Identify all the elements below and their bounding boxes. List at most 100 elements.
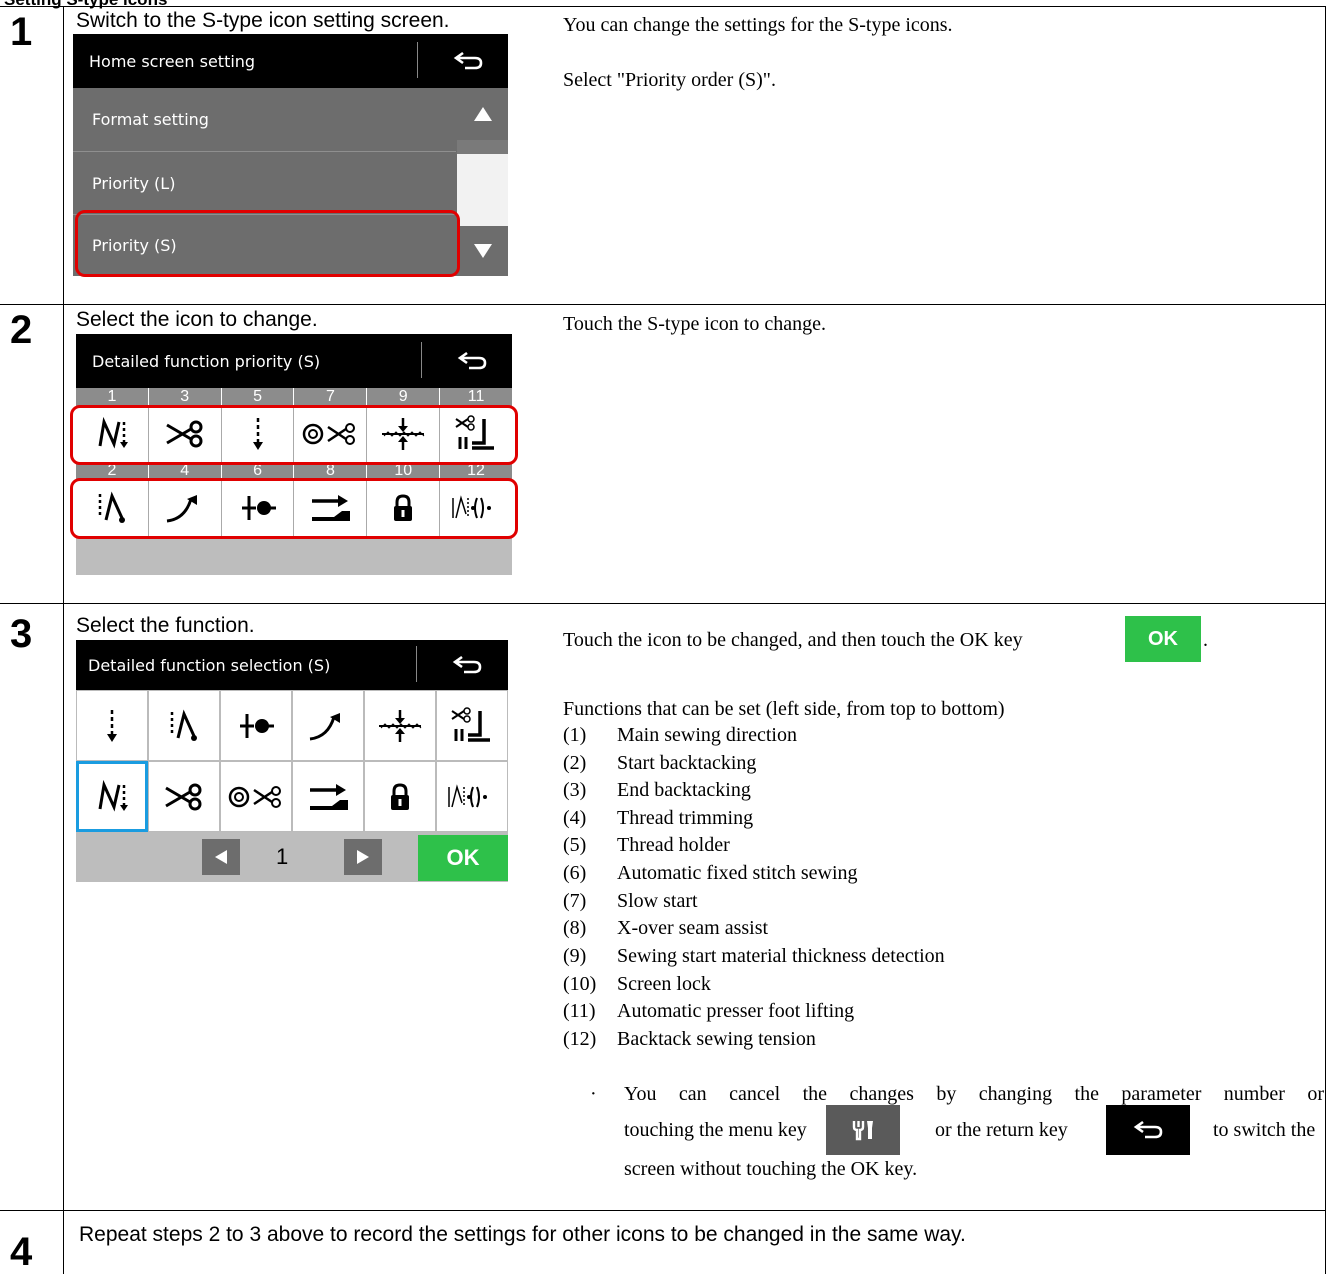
- function-label: Sewing start material thickness detectio…: [617, 945, 945, 967]
- menu-item-label: Priority (L): [92, 173, 176, 193]
- function-label: Automatic presser foot lifting: [617, 1000, 855, 1022]
- note-line-3: screen without touching the OK key.: [624, 1158, 918, 1180]
- function-label: Start backtacking: [617, 752, 757, 774]
- highlight-top-row: [70, 405, 518, 465]
- highlight-bottom-row: [70, 478, 518, 539]
- step-title-1: Switch to the S-type icon setting screen…: [76, 9, 450, 32]
- function-num: (2): [563, 752, 587, 774]
- ok-period: .: [1203, 629, 1208, 651]
- function-label: Screen lock: [617, 973, 711, 995]
- step2-desc-line1: Touch the S-type icon to change.: [563, 313, 826, 335]
- note-line-1: You can cancel the changes by changing t…: [624, 1083, 1324, 1105]
- row-divider-2: [0, 603, 1326, 604]
- return-icon: [453, 51, 483, 70]
- auto-fixed-stitch-icon[interactable]: [220, 690, 292, 761]
- back-button[interactable]: [431, 640, 503, 690]
- lock-icon[interactable]: [364, 761, 436, 832]
- ok-key-illustration: OK: [1125, 616, 1201, 662]
- step-number-3: 3: [10, 612, 33, 656]
- triangle-down-icon: [473, 244, 492, 258]
- return-icon: [452, 655, 482, 674]
- triangle-right-icon: [357, 850, 369, 864]
- slot-number: 3: [147, 388, 221, 406]
- function-label: Slow start: [617, 890, 698, 912]
- step-title-2: Select the icon to change.: [76, 308, 318, 331]
- note-line-2c: to switch the: [1213, 1119, 1316, 1141]
- function-num: (1): [563, 724, 587, 746]
- step-number-1: 1: [10, 10, 33, 54]
- screen-title-bar: Detailed function selection (S): [76, 640, 508, 690]
- function-num: (5): [563, 834, 587, 856]
- menu-item-priority-l[interactable]: Priority (L): [73, 151, 456, 214]
- function-label: Automatic fixed stitch sewing: [617, 862, 858, 884]
- function-num: (10): [563, 973, 597, 995]
- back-button[interactable]: [433, 34, 503, 88]
- thread-holder-trim-icon[interactable]: [220, 761, 292, 832]
- note-line-2a: touching the menu key: [624, 1119, 807, 1141]
- return-icon: [1133, 1120, 1163, 1139]
- scroll-up-button[interactable]: [457, 88, 508, 140]
- function-label: End backtacking: [617, 779, 751, 801]
- row-divider-3: [0, 1210, 1326, 1211]
- menu-item-format-setting[interactable]: Format setting: [73, 88, 456, 151]
- ok-button[interactable]: OK: [418, 835, 508, 881]
- title-separator: [417, 42, 418, 78]
- step1-desc-line2: Select "Priority order (S)".: [563, 69, 776, 91]
- function-num: (8): [563, 917, 587, 939]
- slot-number: 7: [293, 388, 366, 406]
- function-label: X-over seam assist: [617, 917, 769, 939]
- triangle-left-icon: [215, 850, 227, 864]
- main-direction-icon[interactable]: [76, 761, 148, 832]
- note-bullet: ·: [590, 1083, 597, 1105]
- function-num: (12): [563, 1028, 597, 1050]
- title-separator: [421, 342, 422, 378]
- material-thickness-icon[interactable]: [364, 690, 436, 761]
- tools-icon: [852, 1121, 873, 1141]
- back-button[interactable]: [436, 334, 508, 388]
- title-separator: [416, 646, 417, 682]
- screen-title-bar: Home screen setting: [73, 34, 508, 88]
- highlight-priority-s: [75, 210, 460, 277]
- page-number: 1: [276, 844, 289, 869]
- function-label: Main sewing direction: [617, 724, 797, 746]
- table-border-top: [0, 6, 1326, 7]
- function-label: Thread trimming: [617, 807, 754, 829]
- page-prev-button[interactable]: [202, 839, 240, 875]
- start-backtack-icon[interactable]: [148, 690, 220, 761]
- table-divider-vertical: [63, 6, 64, 1274]
- top-number-row: 1 3 5 7 9 11: [76, 388, 512, 406]
- presser-foot-icon[interactable]: [436, 690, 508, 761]
- screen-title: Detailed function selection (S): [88, 655, 331, 675]
- slot-number: 9: [366, 388, 439, 406]
- triangle-up-icon: [473, 107, 492, 121]
- function-label: Backtack sewing tension: [617, 1028, 816, 1050]
- slot-number: 1: [107, 388, 117, 405]
- note-line-2b: or the return key: [935, 1119, 1068, 1141]
- function-num: (11): [563, 1000, 596, 1022]
- function-num: (4): [563, 807, 587, 829]
- step1-desc-line1: You can change the settings for the S-ty…: [563, 14, 953, 36]
- slot-number: 11: [439, 388, 512, 406]
- function-num: (7): [563, 890, 587, 912]
- thread-trim-icon[interactable]: [148, 761, 220, 832]
- menu-key-illustration: [826, 1105, 900, 1155]
- function-label: Thread holder: [617, 834, 730, 856]
- page-next-button[interactable]: [344, 839, 382, 875]
- function-num: (9): [563, 945, 587, 967]
- backtack-tension-icon[interactable]: [436, 761, 508, 832]
- step3-desc-ok: Touch the icon to be changed, and then t…: [563, 629, 1023, 651]
- step-title-3: Select the function.: [76, 614, 255, 637]
- menu-item-label: Format setting: [92, 110, 209, 129]
- end-backtack-icon[interactable]: [292, 690, 364, 761]
- screen-title: Home screen setting: [89, 51, 256, 71]
- functions-heading: Functions that can be set (left side, fr…: [563, 698, 1005, 720]
- step-number-2: 2: [10, 308, 33, 352]
- slot-number: 5: [220, 388, 294, 406]
- screen-title: Detailed function priority (S): [92, 351, 321, 371]
- x-over-assist-icon[interactable]: [292, 761, 364, 832]
- slow-start-icon[interactable]: [76, 690, 148, 761]
- return-key-illustration: [1106, 1105, 1190, 1155]
- scroll-down-button[interactable]: [457, 226, 508, 276]
- scroll-thumb[interactable]: [457, 140, 508, 154]
- function-icon-grid: [76, 690, 508, 832]
